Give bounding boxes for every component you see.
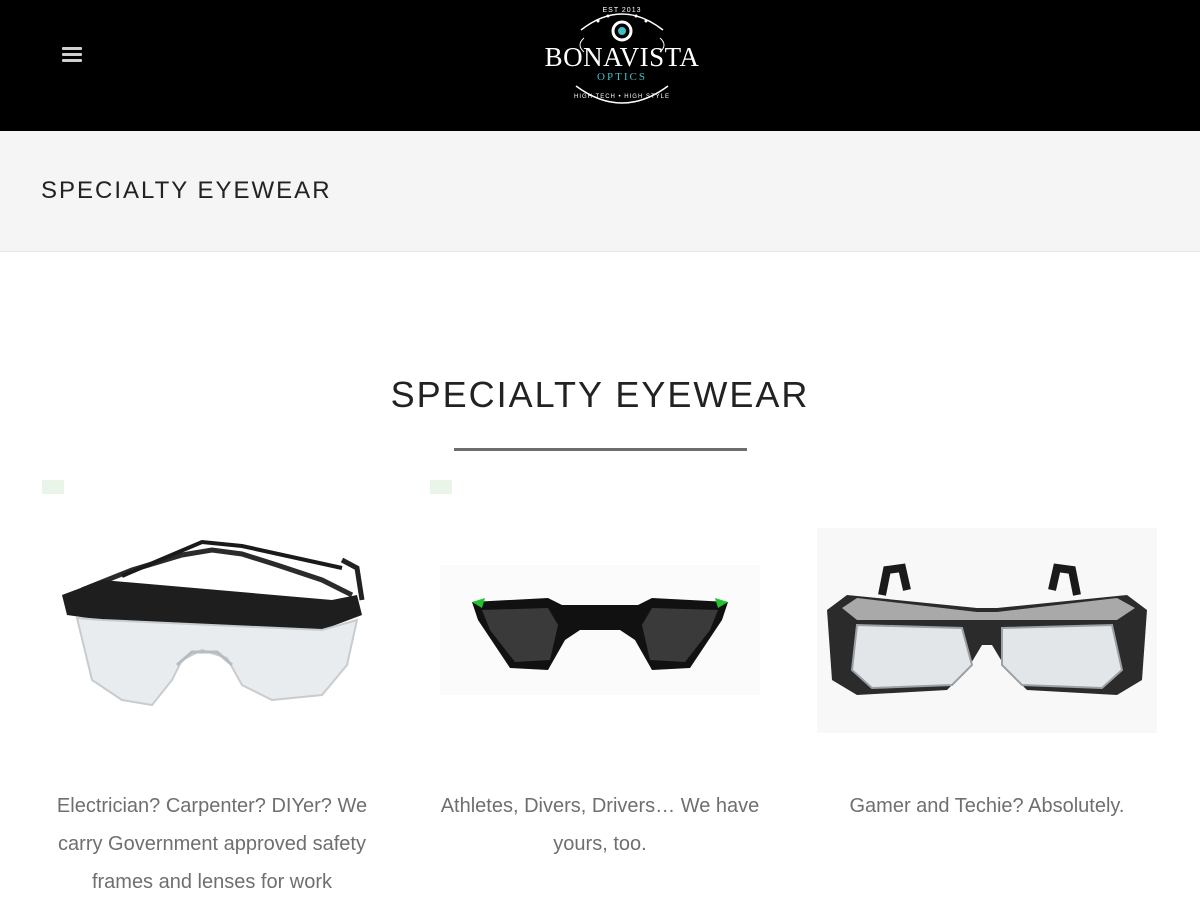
section-title: SPECIALTY EYEWEAR [390, 374, 810, 415]
card-caption: Athletes, Divers, Drivers… We have yours… [440, 795, 760, 855]
title-divider [454, 448, 747, 451]
logo-tagline-text: HIGH TECH • HIGH STYLE [574, 94, 670, 100]
card-caption: Electrician? Carpenter? DIYer? We carry … [56, 795, 368, 893]
card-caption: Gamer and Techie? Absolutely. [849, 795, 1125, 817]
page-title: SPECIALTY EYEWEAR [41, 177, 332, 204]
page-title-band: SPECIALTY EYEWEAR [0, 131, 1200, 252]
product-card-smart: Gamer and Techie? Absolutely. [817, 480, 1157, 817]
logo-name: BONAVISTA [544, 42, 700, 72]
logo-subtitle: OPTICS [597, 71, 647, 83]
safety-glasses-image [42, 480, 382, 750]
smart-glasses-image [817, 480, 1157, 750]
logo-est-text: EST 2013 [602, 7, 641, 14]
hamburger-menu-icon[interactable] [62, 47, 82, 65]
product-card-safety: Electrician? Carpenter? DIYer? We carry … [42, 480, 382, 893]
sport-sunglasses-image [430, 480, 770, 750]
product-card-sport: Athletes, Divers, Drivers… We have yours… [430, 480, 770, 855]
brand-logo[interactable]: EST 2013 HIGH TECH • HIGH STYLE BONAVIST… [536, 0, 708, 115]
site-header: EST 2013 HIGH TECH • HIGH STYLE BONAVIST… [0, 0, 1200, 131]
